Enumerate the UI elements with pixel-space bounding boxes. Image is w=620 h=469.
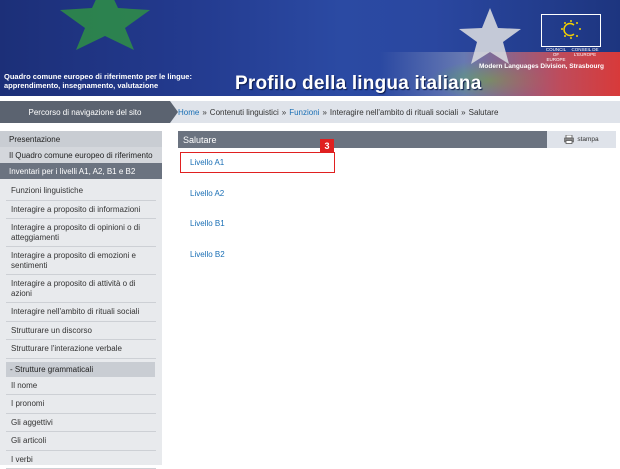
- level-b1-link[interactable]: Livello B1: [190, 219, 225, 228]
- council-of-europe-logo: [541, 14, 601, 47]
- sidebar-item-emozioni[interactable]: Interagire a proposito di emozioni e sen…: [6, 247, 156, 275]
- silver-star-icon: [455, 8, 525, 66]
- sidebar-item-opinioni[interactable]: Interagire a proposito di opinioni o di …: [6, 219, 156, 247]
- sidebar-divider: [162, 131, 168, 465]
- sidebar-item-aggettivi[interactable]: Gli aggettivi: [6, 414, 156, 433]
- sidebar: Presentazione Il Quadro comune europeo d…: [0, 131, 162, 465]
- sidebar-item-verbi[interactable]: I verbi: [6, 451, 156, 469]
- print-button[interactable]: stampa: [547, 131, 616, 148]
- site-header: Quadro comune europeo di riferimento per…: [0, 0, 620, 96]
- green-star-icon: [50, 0, 160, 50]
- breadcrumb-interagire: Interagire nell'ambito di rituali social…: [330, 108, 458, 117]
- coe-text-fr: CONSEIL DE L'EUROPE: [571, 47, 599, 57]
- breadcrumb-separator: »: [322, 108, 326, 117]
- breadcrumb-current: Salutare: [469, 108, 499, 117]
- content-area: [178, 148, 616, 465]
- level-b2-link[interactable]: Livello B2: [190, 250, 225, 259]
- print-label: stampa: [577, 136, 598, 143]
- sidebar-item-articoli[interactable]: Gli articoli: [6, 432, 156, 451]
- sidebar-item-discorso[interactable]: Strutturare un discorso: [6, 322, 156, 341]
- coe-text-en: COUNCIL OF EUROPE: [543, 47, 569, 62]
- annotation-badge: 3: [320, 139, 334, 152]
- breadcrumb-separator: »: [282, 108, 286, 117]
- sidebar-item-funzioni[interactable]: Funzioni linguistiche: [6, 182, 156, 201]
- sidebar-item-interazione[interactable]: Strutturare l'interazione verbale: [6, 340, 156, 359]
- sidebar-item-rituali-sociali[interactable]: Interagire nell'ambito di rituali social…: [6, 303, 156, 322]
- header-subtitle: Quadro comune europeo di riferimento per…: [4, 72, 234, 90]
- sidebar-item-nome[interactable]: Il nome: [6, 377, 156, 396]
- breadcrumb: Home » Contenuti linguistici » Funzioni …: [178, 101, 498, 123]
- breadcrumb-separator: »: [202, 108, 206, 117]
- sidebar-item-presentazione[interactable]: Presentazione: [0, 131, 162, 147]
- page-title: Profilo della lingua italiana: [235, 73, 482, 95]
- breadcrumb-home-link[interactable]: Home: [178, 108, 199, 117]
- sidebar-section-strutture[interactable]: - Strutture grammaticali: [6, 362, 155, 377]
- breadcrumb-funzioni-link[interactable]: Funzioni: [289, 108, 319, 117]
- sidebar-item-pronomi[interactable]: I pronomi: [6, 395, 156, 414]
- nav-arrow-icon: [170, 101, 178, 123]
- content-heading: Salutare: [178, 131, 547, 148]
- level-a1-link[interactable]: Livello A1: [190, 158, 224, 167]
- sidebar-item-informazioni[interactable]: Interagire a proposito di informazioni: [6, 201, 156, 220]
- division-label: Modern Languages Division, Strasbourg: [479, 63, 604, 70]
- breadcrumb-separator: »: [461, 108, 465, 117]
- printer-icon: [564, 135, 574, 144]
- breadcrumb-contenuti: Contenuti linguistici: [210, 108, 279, 117]
- sidebar-item-quadro[interactable]: Il Quadro comune europeo di riferimento: [0, 147, 162, 163]
- sidebar-item-inventari[interactable]: Inventari per i livelli A1, A2, B1 e B2: [0, 163, 162, 179]
- level-a2-link[interactable]: Livello A2: [190, 189, 224, 198]
- sidebar-item-attivita[interactable]: Interagire a proposito di attività o di …: [6, 275, 156, 303]
- navigation-bar: Percorso di navigazione del sito Home » …: [0, 101, 620, 123]
- nav-label: Percorso di navigazione del sito: [0, 101, 170, 123]
